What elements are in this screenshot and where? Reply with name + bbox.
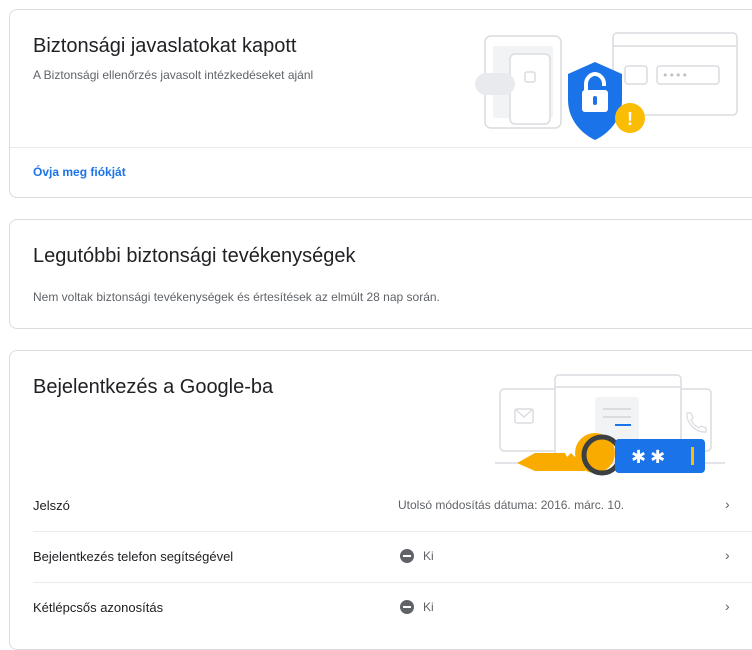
- two-step-verification-row[interactable]: Kétlépcsős azonosítás Ki ›: [10, 583, 752, 633]
- recent-activity-title: Legutóbbi biztonsági tevékenységek: [33, 245, 356, 267]
- phone-signin-label: Bejelentkezés telefon segítségével: [33, 549, 234, 564]
- recent-activity-card: Legutóbbi biztonsági tevékenységek Nem v…: [9, 219, 752, 329]
- signin-card: Bejelentkezés a Google-ba ✱✱ Jelszó Utol…: [9, 350, 752, 650]
- password-mask: ✱✱: [631, 447, 669, 468]
- password-dots: ••••: [662, 69, 688, 82]
- phone-signin-row[interactable]: Bejelentkezés telefon segítségével Ki ›: [10, 532, 752, 582]
- password-row[interactable]: Jelszó Utolsó módosítás dátuma: 2016. má…: [10, 481, 752, 531]
- security-recommendations-subtitle: A Biztonsági ellenőrzés javasolt intézke…: [33, 68, 314, 82]
- svg-text:!: !: [627, 109, 633, 129]
- chevron-right-icon: ›: [725, 496, 730, 512]
- signin-illustration: ✱✱: [495, 374, 725, 476]
- chevron-right-icon: ›: [725, 598, 730, 614]
- two-step-verification-label: Kétlépcsős azonosítás: [33, 600, 164, 615]
- security-recommendations-title: Biztonsági javaslatokat kapott: [33, 35, 297, 57]
- chevron-right-icon: ›: [725, 547, 730, 563]
- card-divider: [10, 147, 752, 148]
- protect-account-link[interactable]: Óvja meg fiókját: [33, 165, 126, 179]
- password-label: Jelszó: [33, 498, 70, 513]
- password-last-changed: Utolsó módosítás dátuma: 2016. márc. 10.: [398, 498, 625, 512]
- recent-activity-message: Nem voltak biztonsági tevékenységek és é…: [33, 290, 440, 304]
- warning-icon: !: [615, 103, 645, 133]
- signin-title: Bejelentkezés a Google-ba: [33, 376, 274, 398]
- shield-lock-icon: [568, 62, 622, 140]
- security-illustration: •••• !: [475, 32, 738, 140]
- security-recommendations-card: Biztonsági javaslatokat kapott A Biztons…: [9, 9, 752, 198]
- status-off-icon: [400, 600, 414, 614]
- status-off-icon: [400, 549, 414, 563]
